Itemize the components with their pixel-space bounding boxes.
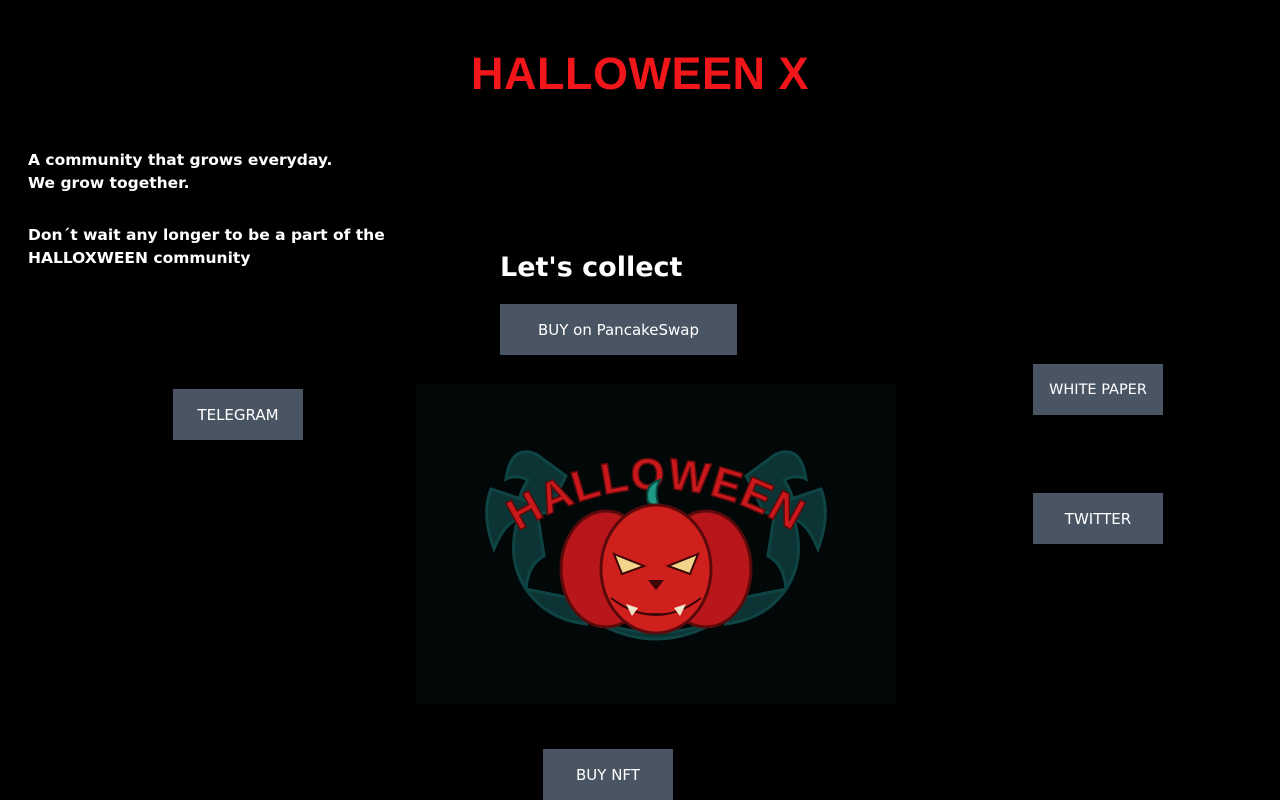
intro-paragraph-2: Don´t wait any longer to be a part of th… <box>28 224 388 270</box>
buy-pancakeswap-button[interactable]: BUY on PancakeSwap <box>500 304 737 355</box>
site-title: HALLOWEEN X <box>471 48 809 99</box>
collect-heading: Let's collect <box>500 252 683 283</box>
halloween-logo-image: HALLOWEEN <box>416 384 896 704</box>
intro-line-2: We grow together. <box>28 174 190 192</box>
white-paper-button[interactable]: WHITE PAPER <box>1033 364 1163 415</box>
intro-paragraph-1: A community that grows everyday. We grow… <box>28 149 388 195</box>
intro-line-3: Don´t wait any longer to be a part of th… <box>28 226 385 244</box>
halloween-pumpkin-logo-icon: HALLOWEEN <box>485 449 827 641</box>
intro-line-4: HALLOXWEEN community <box>28 249 251 267</box>
page: HALLOWEEN X A community that grows every… <box>0 0 1280 800</box>
intro-line-1: A community that grows everyday. <box>28 151 333 169</box>
twitter-button[interactable]: TWITTER <box>1033 493 1163 544</box>
buy-nft-button[interactable]: BUY NFT <box>543 749 673 800</box>
telegram-button[interactable]: TELEGRAM <box>173 389 303 440</box>
intro-text: A community that grows everyday. We grow… <box>28 149 388 270</box>
